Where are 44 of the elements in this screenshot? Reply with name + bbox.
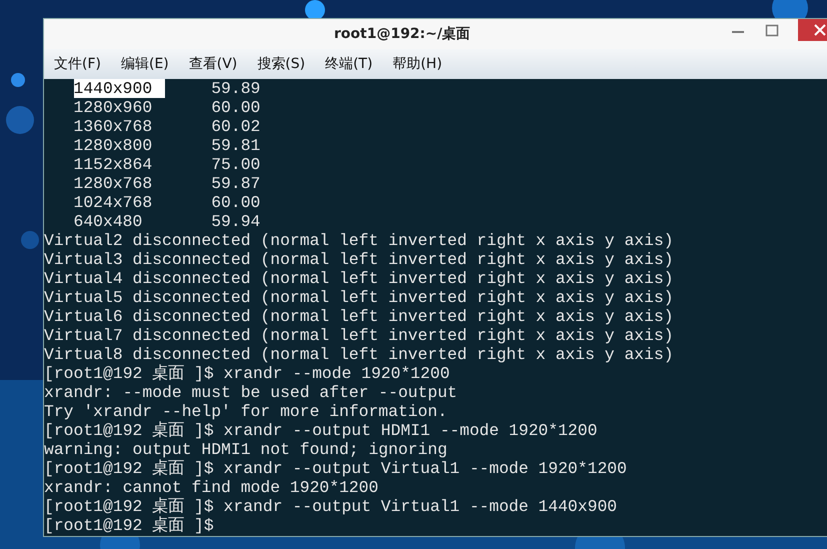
menu-item[interactable]: 搜索(S)	[257, 55, 306, 73]
mode-text: 1280x800	[74, 136, 154, 155]
menu-item[interactable]: 帮助(H)	[392, 55, 442, 73]
output-line: xrandr: --mode must be used after --output	[44, 383, 458, 402]
output-line: Virtual3 disconnected (normal left inverted right x axis y axis)	[44, 250, 674, 269]
shell-prompt: [root1@192 桌面 ]$	[44, 497, 214, 516]
menu-item[interactable]: 终端(T)	[325, 55, 373, 73]
output-line: Virtual7 disconnected (normal left inverted right x axis y axis)	[44, 326, 674, 345]
output-line: Virtual5 disconnected (normal left inverted right x axis y axis)	[44, 288, 674, 307]
menu-item[interactable]: 编辑(E)	[120, 55, 169, 73]
output-line: Virtual2 disconnected (normal left inverted right x axis y axis)	[44, 231, 674, 250]
output-line: Virtual8 disconnected (normal left inverted right x axis y axis)	[44, 345, 674, 364]
rate-text: 59.87	[211, 174, 260, 193]
output-line: Virtual4 disconnected (normal left inverted right x axis y axis)	[44, 269, 674, 288]
command-text: xrandr --output HDMI1 --mode 1920*1200	[224, 421, 598, 440]
rate-text: 59.89	[211, 79, 260, 98]
output-line: Try 'xrandr --help' for more information.	[44, 402, 448, 421]
output-line: xrandr: cannot find mode 1920*1200	[44, 478, 378, 497]
shell-prompt: [root1@192 桌面 ]$	[44, 516, 214, 535]
shell-prompt: [root1@192 桌面 ]$	[44, 421, 214, 440]
command-text: xrandr --mode 1920*1200	[224, 364, 450, 383]
output-line: warning: output HDMI1 not found; ignoring	[44, 440, 448, 459]
menu-item[interactable]: 文件(F)	[54, 55, 101, 73]
rate-text: 60.00	[211, 98, 260, 117]
shell-prompt: [root1@192 桌面 ]$	[44, 364, 214, 383]
rate-text: 60.00	[211, 193, 260, 212]
command-text: xrandr --output Virtual1 --mode 1920*1200	[224, 459, 627, 478]
output-line: Virtual6 disconnected (normal left inverted right x axis y axis)	[44, 307, 674, 326]
window-title: root1@192:~/桌面	[334, 25, 470, 43]
maximize-icon[interactable]	[764, 23, 780, 39]
mode-text: 1280x768	[74, 174, 154, 193]
mode-text: 640x480	[74, 212, 144, 231]
rate-text: 59.81	[211, 136, 260, 155]
mode-text: 1360x768	[74, 117, 154, 136]
mode-text: 1152x864	[74, 155, 154, 174]
rate-text: 60.02	[211, 117, 260, 136]
shell-prompt: [root1@192 桌面 ]$	[44, 459, 214, 478]
mode-text: 1440x900	[74, 79, 165, 98]
rate-text: 75.00	[211, 155, 260, 174]
mode-text: 1024x768	[74, 193, 154, 212]
mode-text: 1280x960	[74, 98, 154, 117]
command-text: xrandr --output Virtual1 --mode 1440x900	[224, 497, 617, 516]
menu-item[interactable]: 查看(V)	[188, 55, 238, 73]
rate-text: 59.94	[211, 212, 260, 231]
